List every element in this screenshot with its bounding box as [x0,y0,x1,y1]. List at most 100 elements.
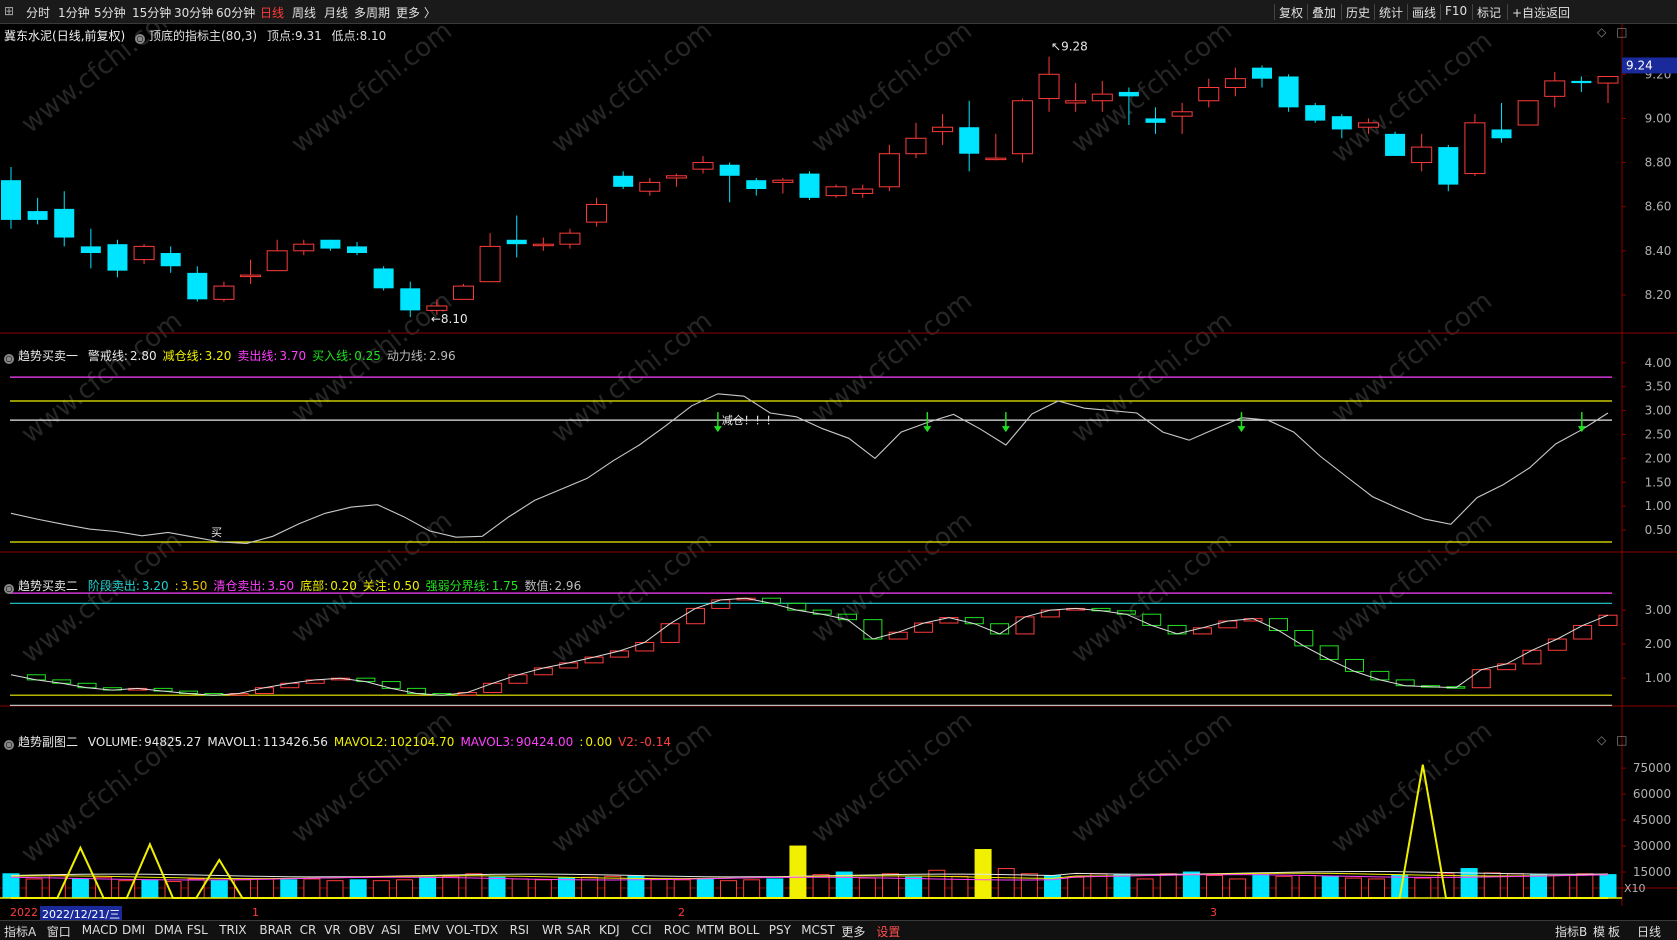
period-tab-1[interactable]: 1分钟 [58,4,90,21]
panel4-name[interactable]: 趋势副图二 [18,735,78,749]
right-tab-1[interactable]: 模 [1593,923,1605,940]
window-restore-icon[interactable]: ◇ [1597,733,1606,747]
panel1-window-icons[interactable]: ◇ □ [1597,25,1627,39]
indicator-tab-roc[interactable]: ROC [664,923,690,937]
indicator-tab-fsl[interactable]: FSL [187,923,208,937]
window-maximize-icon[interactable]: □ [1616,733,1627,747]
period-tab-10[interactable]: 更多 〉 [396,4,436,21]
period-tab-6[interactable]: 日线 [260,4,284,21]
period-tab-2[interactable]: 5分钟 [94,4,126,21]
volume-axis-label: 60000 [1633,787,1671,801]
indicator-tab-obv[interactable]: OBV [349,923,375,937]
indicator-tab-窗口[interactable]: 窗口 [47,923,71,940]
toolbar-button-0[interactable]: 复权 [1279,4,1303,21]
month-tick: 3 [1210,906,1217,919]
panel1-header: 冀东水泥(日线,前复权) ○ 顶底的指标主(80,3) 顶点:9.31 低点:8.… [4,27,386,44]
right-tab-0[interactable]: 指标B [1555,923,1587,940]
period-tab-9[interactable]: 多周期 [354,4,390,21]
panel3-name[interactable]: 趋势买卖二 [18,579,78,593]
volume-bar [395,879,413,899]
indicator-tab-dma[interactable]: DMA [154,923,182,937]
indicator-tab-asi[interactable]: ASI [381,923,400,937]
indicator-tab-brar[interactable]: BRAR [259,923,292,937]
indicator-tab-指标a[interactable]: 指标A [4,923,36,940]
price-axis-label: 9.00 [1645,111,1672,125]
indicator-tab-boll[interactable]: BOLL [729,923,760,937]
indicator-tab-vol-tdx[interactable]: VOL-TDX [446,923,498,937]
panel2-collapse-icon[interactable]: ○ [4,354,14,364]
window-maximize-icon[interactable]: □ [1616,25,1627,39]
period-tab-5[interactable]: 60分钟 [216,4,255,21]
panel2-name[interactable]: 趋势买卖一 [18,349,78,363]
indicator-tab-trix[interactable]: TRIX [219,923,246,937]
volume-bar [858,877,876,899]
indicator-tab-cr[interactable]: CR [300,923,317,937]
candle-down [959,127,980,154]
indicator-tab-wr[interactable]: WR [542,923,562,937]
trend-box-up [1573,624,1593,640]
volume-bar [766,878,784,899]
indicator-tab-mtm[interactable]: MTM [696,923,724,937]
trend-box-up [609,650,629,658]
candle-up [586,203,608,223]
toolbar-button-2[interactable]: 历史 [1346,4,1370,21]
toolbar-button-4[interactable]: 画线 [1412,4,1436,21]
window-menu-icon[interactable]: ⊞ [4,4,14,18]
period-tab-3[interactable]: 15分钟 [132,4,171,21]
candle-up [1411,146,1433,164]
indicator-name[interactable]: 顶底的指标主(80,3) [149,29,257,43]
candle-up [1038,73,1060,100]
trend-box-down [964,617,984,625]
indicator-axis-label: 1.50 [1645,475,1672,489]
candle-down [160,253,181,267]
volume-bar [1321,875,1339,899]
panel4-window-icons[interactable]: ◇ □ [1597,733,1627,747]
indicator-tab-macd[interactable]: MACD [82,923,118,937]
indicator-axis-label: 3.50 [1645,380,1672,394]
toolbar-button-8[interactable]: 返回 [1546,4,1570,21]
panel4-collapse-icon[interactable]: ○ [4,740,14,750]
toolbar-separator [1274,4,1275,20]
toolbar-button-6[interactable]: 标记 [1477,4,1501,21]
period-tab-4[interactable]: 30分钟 [174,4,213,21]
trend-box-up [635,641,655,652]
period-tab-7[interactable]: 周线 [292,4,316,21]
toolbar-button-5[interactable]: F10 [1445,4,1467,18]
volume-bar [696,878,714,899]
indicator-tab-emv[interactable]: EMV [414,923,440,937]
indicator-tab-sar[interactable]: SAR [567,923,591,937]
indicator-axis-label: 2.50 [1645,427,1672,441]
volume-bar [673,879,691,899]
stock-name[interactable]: 冀东水泥 [4,29,52,43]
toolbar-button-3[interactable]: 统计 [1379,4,1403,21]
indicator-tab-dmi[interactable]: DMI [122,923,145,937]
period-tab-8[interactable]: 月线 [324,4,348,21]
window-restore-icon[interactable]: ◇ [1597,25,1606,39]
toolbar-separator [1307,4,1308,20]
indicator-tab-rsi[interactable]: RSI [510,923,530,937]
panel3-collapse-icon[interactable]: ○ [4,584,14,594]
indicator-tab-vr[interactable]: VR [324,923,341,937]
indicator-tab-kdj[interactable]: KDJ [599,923,620,937]
indicator-tab-cci[interactable]: CCI [631,923,651,937]
chart-area[interactable]: www.cfchi.com www.cfchi.com www.cfchi.com w… [0,24,1677,906]
watermark: www.cfchi.com [286,706,458,850]
toolbar-separator [1541,4,1542,20]
indicator-tab-mcst[interactable]: MCST [801,923,835,937]
volume-axis-label: 30000 [1633,839,1671,853]
indicator-tab-psy[interactable]: PSY [769,923,791,937]
right-tab-2[interactable]: 板 [1608,923,1620,940]
watermark: www.cfchi.com [806,286,978,430]
right-tab-3[interactable]: 日线 [1637,923,1661,940]
indicator-tab-更多[interactable]: 更多 [841,923,865,940]
indicator-tab-设置[interactable]: 设置 [876,923,900,940]
legend-label: 减仓线: [162,349,203,363]
toolbar-button-1[interactable]: 叠加 [1312,4,1336,21]
legend-value: 1.75 [491,579,519,593]
candle-down [80,246,101,254]
candle-down [719,164,740,176]
candle-up [1464,122,1486,175]
indicator-icon[interactable]: ○ [135,34,146,44]
high-mark: ↖9.28 [1051,40,1088,54]
period-tab-0[interactable]: 分时 [26,4,50,21]
